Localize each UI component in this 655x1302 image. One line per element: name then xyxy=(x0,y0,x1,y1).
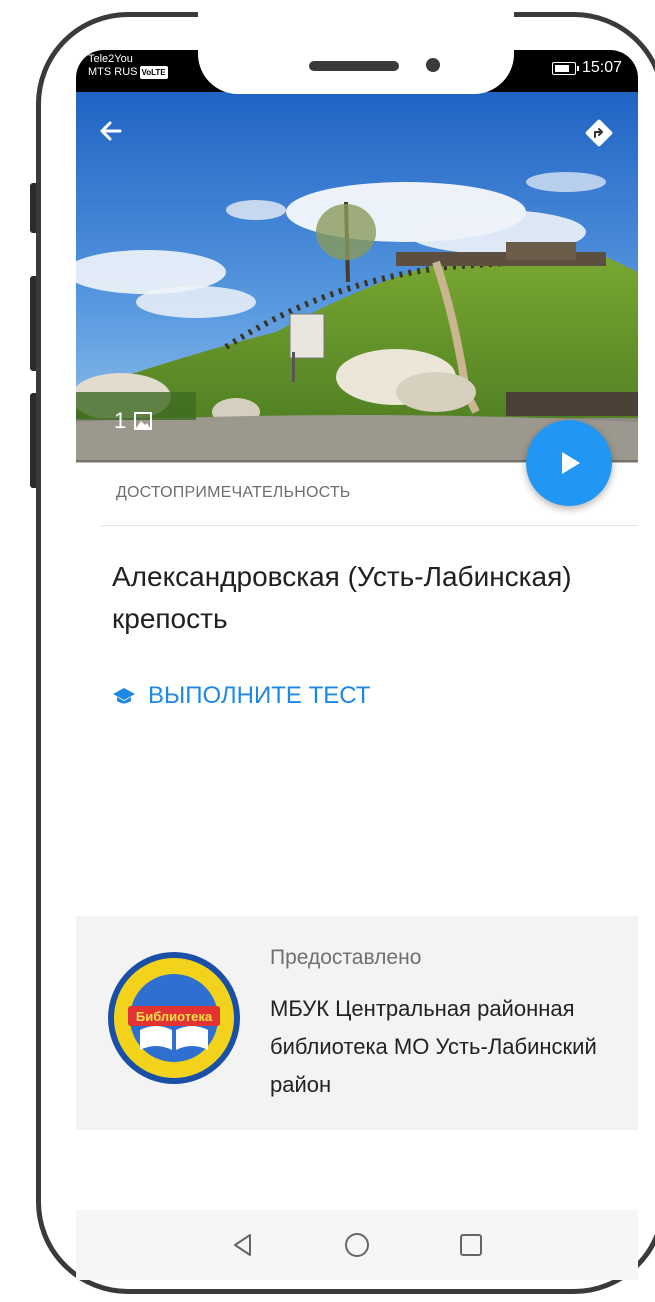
phone-camera xyxy=(426,58,440,72)
photo-gallery-counter[interactable]: 1 xyxy=(114,408,154,434)
system-nav-bar xyxy=(76,1210,638,1280)
directions-icon xyxy=(585,119,613,147)
poi-title: Александровская (Усть-Лабинская) крепост… xyxy=(112,561,572,634)
fortress-photo xyxy=(76,92,638,462)
back-button[interactable] xyxy=(96,116,126,152)
play-icon xyxy=(562,452,580,474)
provider-organization[interactable]: МБУК Центральная районная библиотека МО … xyxy=(270,990,610,1104)
app-screen: Tele2You MTS RUS VoLTE 15:07 1 ДОСТОПРИМ… xyxy=(76,50,638,1280)
status-right: 15:07 xyxy=(551,59,622,77)
play-audio-button[interactable] xyxy=(526,420,612,506)
logo-text: Библиотека xyxy=(136,1009,213,1024)
carrier-1: Tele2You xyxy=(88,53,133,65)
library-logo-icon: Библиотека xyxy=(108,952,240,1084)
volte-badge: VoLTE xyxy=(139,66,168,79)
circle-home-icon[interactable] xyxy=(344,1232,370,1258)
phone-speaker xyxy=(309,61,399,71)
status-time: 15:07 xyxy=(581,59,622,76)
photo-count: 1 xyxy=(114,408,127,433)
take-quiz-link[interactable]: ВЫПОЛНИТЕ ТЕСТ xyxy=(112,682,370,710)
category-divider xyxy=(101,525,638,526)
carrier-2: MTS RUS xyxy=(88,66,138,78)
provided-by-panel: Библиотека Предоставлено МБУК Центральна… xyxy=(76,916,638,1130)
battery-icon xyxy=(551,61,579,75)
hero-photo[interactable] xyxy=(76,92,638,462)
directions-button[interactable] xyxy=(584,118,614,148)
provided-label: Предоставлено xyxy=(270,946,422,969)
carrier-info: Tele2You MTS RUS VoLTE xyxy=(88,53,168,79)
phone-notch xyxy=(198,10,514,94)
triangle-back-icon[interactable] xyxy=(230,1232,256,1258)
poi-category: ДОСТОПРИМЕЧАТЕЛЬНОСТЬ xyxy=(116,484,351,501)
image-icon xyxy=(134,412,153,430)
library-logo[interactable]: Библиотека xyxy=(106,950,242,1086)
square-recent-icon[interactable] xyxy=(458,1232,484,1258)
graduation-cap-icon xyxy=(113,688,135,704)
arrow-left-icon xyxy=(100,121,122,141)
take-quiz-label: ВЫПОЛНИТЕ ТЕСТ xyxy=(148,682,371,709)
carrier-2-row: MTS RUS VoLTE xyxy=(88,66,168,79)
